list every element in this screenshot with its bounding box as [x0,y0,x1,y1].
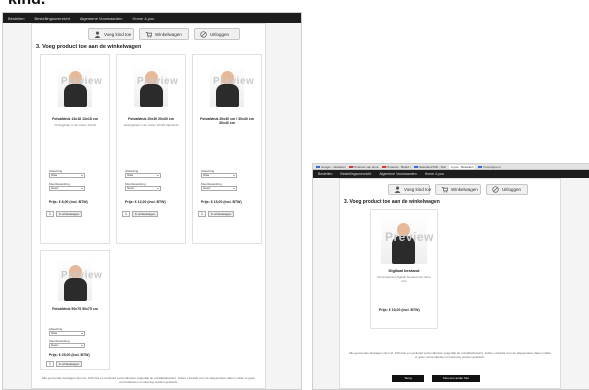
preview-watermark: Preview [61,76,103,87]
content-panel: Voeg kind toe Winkelwagen Uitloggen 3. V… [31,23,266,389]
browser-tab[interactable]: Nederland MN - Sub [413,165,446,169]
cart-icon [145,31,152,38]
preview-watermark: Preview [213,76,255,87]
right-screenshot: Google - Nederlan Pinterest van anna Pin… [312,163,589,390]
person-icon [394,186,401,193]
color-select[interactable]: Geen [125,186,161,191]
nav-bestellen[interactable]: Bestellen [8,16,24,21]
logout-button[interactable]: Uitloggen [486,184,528,195]
add-to-cart-button[interactable]: In winkelwagen [132,211,158,217]
quantity-input[interactable]: 1 [46,211,54,217]
footer-note: Alle genoemde bedragen zijn incl. 21% bt… [348,351,552,359]
photo-body [216,84,239,107]
product-card: Preview Digitaal bestand Download het di… [370,209,438,329]
product-price: Prijs: € 8,00 (incl. BTW) [49,200,88,204]
product-price: Prijs: € 15,00 (incl. BTW) [201,200,242,204]
google-icon [316,165,320,168]
finish-select[interactable]: Glas [201,173,237,178]
browser-tab[interactable]: Pinterest van anna [348,165,379,169]
browser-tab-active[interactable]: 4-you - Bestellen [448,164,476,169]
finish-select[interactable]: Glas [49,331,85,336]
product-card: Preview Fotoafdruk 13x18 13x18 cm Verkri… [40,54,110,244]
product-card: Preview Fotoafdruk 30x40 cm / 30x40 cm 3… [192,54,262,244]
cart-label: Winkelwagen [155,31,182,37]
browser-tab[interactable]: Pinterest - Board i [381,165,411,169]
cart-icon [441,187,448,193]
caption: kind. [8,0,45,9]
add-child-label: Voeg kind toe [404,187,432,192]
quantity-input[interactable]: 1 [198,211,206,217]
product-title: Digitaal bestand [388,268,420,273]
product-photo: Preview [58,259,102,301]
section-title: 3. Voeg product toe aan de winkelwagen [36,44,142,50]
photo-body [64,84,87,107]
finish-select[interactable]: Glas [49,173,85,178]
preview-watermark: Preview [61,270,103,281]
product-photo: Preview [381,216,433,264]
product-price: Prijs: € 15,00 (incl. BTW) [379,308,420,312]
logout-label: Uitloggen [210,31,230,37]
add-child-label: Voeg kind toe [104,31,132,37]
photo-body [64,278,87,301]
finish-select[interactable]: Glas [125,173,161,178]
nav-home[interactable]: Home 4-you [133,16,155,21]
nav-voorwaarden[interactable]: Algemene Voorwaarden [379,172,416,176]
top-nav: Bestellen Bestellingsoverzicht Algemene … [3,13,301,23]
add-child-button[interactable]: Voeg kind toe [88,28,134,40]
product-price: Prijs: € 25,00 (incl. BTW) [49,353,90,357]
flag-icon [413,165,418,168]
person-icon [94,31,101,38]
no-entry-icon [200,30,207,38]
browser-tab[interactable]: Google - Nederlan [316,165,346,169]
choose-other-photo-button[interactable]: Kies een ander foto [432,375,480,382]
top-nav: Bestellen Bestellingsoverzicht Algemene … [313,170,589,178]
photo-body [140,84,163,107]
pinterest-icon [381,165,386,168]
product-photo: Preview [134,65,178,107]
product-description: Verkrijgbaar in de maten 20x30 afgedrukt [123,123,179,127]
cart-button[interactable]: Winkelwagen [139,28,189,40]
product-description: Verkrijgbaar in de maten 13x18 [54,123,96,127]
add-to-cart-button[interactable]: In winkelwagen [56,361,82,367]
footer-note: Alle genoemde bedragen zijn incl. 21% bt… [41,376,256,384]
color-select[interactable]: Geen [49,186,85,191]
product-photo: Preview [58,65,102,107]
cart-button[interactable]: Winkelwagen [435,184,481,195]
product-title: Fotoafdruk 20x30 20x30 cm [128,117,174,121]
logout-label: Uitloggen [502,187,522,192]
quantity-input[interactable]: 1 [46,361,54,367]
color-select[interactable]: Geen [201,186,237,191]
quantity-input[interactable]: 1 [122,211,130,217]
nav-overzicht[interactable]: Bestellingsoverzicht [340,172,371,176]
product-description: Download het digitale bestand van deze f… [377,275,431,283]
product-title: Fotoafdruk 30x40 cm / 30x40 cm 30x40 cm [200,117,254,125]
product-photo: Preview [210,65,254,107]
no-entry-icon [492,186,499,193]
product-title: Fotoafdruk 50x75 50x75 cm [52,307,98,311]
nav-overzicht[interactable]: Bestellingsoverzicht [34,16,69,21]
left-screenshot: Bestellen Bestellingsoverzicht Algemene … [2,12,302,390]
add-to-cart-button[interactable]: In winkelwagen [208,211,234,217]
cart-label: Winkelwagen [451,187,478,192]
product-card: Preview Fotoafdruk 20x30 20x30 cm Verkri… [116,54,186,244]
product-price: Prijs: € 12,00 (incl. BTW) [125,200,166,204]
preview-watermark: Preview [137,76,179,87]
nav-bestellen[interactable]: Bestellen [318,172,332,176]
back-button[interactable]: Terug [392,375,424,382]
nav-voorwaarden[interactable]: Algemene Voorwaarden [80,16,123,21]
product-card: Preview Fotoafdruk 50x75 50x75 cm Afwerk… [40,250,110,370]
color-select[interactable]: Geen [49,343,85,348]
product-title: Fotoafdruk 13x18 13x18 cm [52,117,98,121]
add-to-cart-button[interactable]: In winkelwagen [56,211,82,217]
nav-home[interactable]: Home 4-you [425,172,444,176]
content-panel: Voeg kind toe Winkelwagen Uitloggen 3. V… [339,178,561,389]
preview-watermark: Preview [385,230,434,244]
add-child-button[interactable]: Voeg kind toe [388,184,432,195]
site-icon [478,165,483,168]
logout-button[interactable]: Uitloggen [194,28,240,40]
section-title: 3. Voeg product toe aan de winkelwagen [344,199,440,205]
pinterest-icon [348,165,353,168]
browser-tab[interactable]: home4you.nl [478,165,501,169]
